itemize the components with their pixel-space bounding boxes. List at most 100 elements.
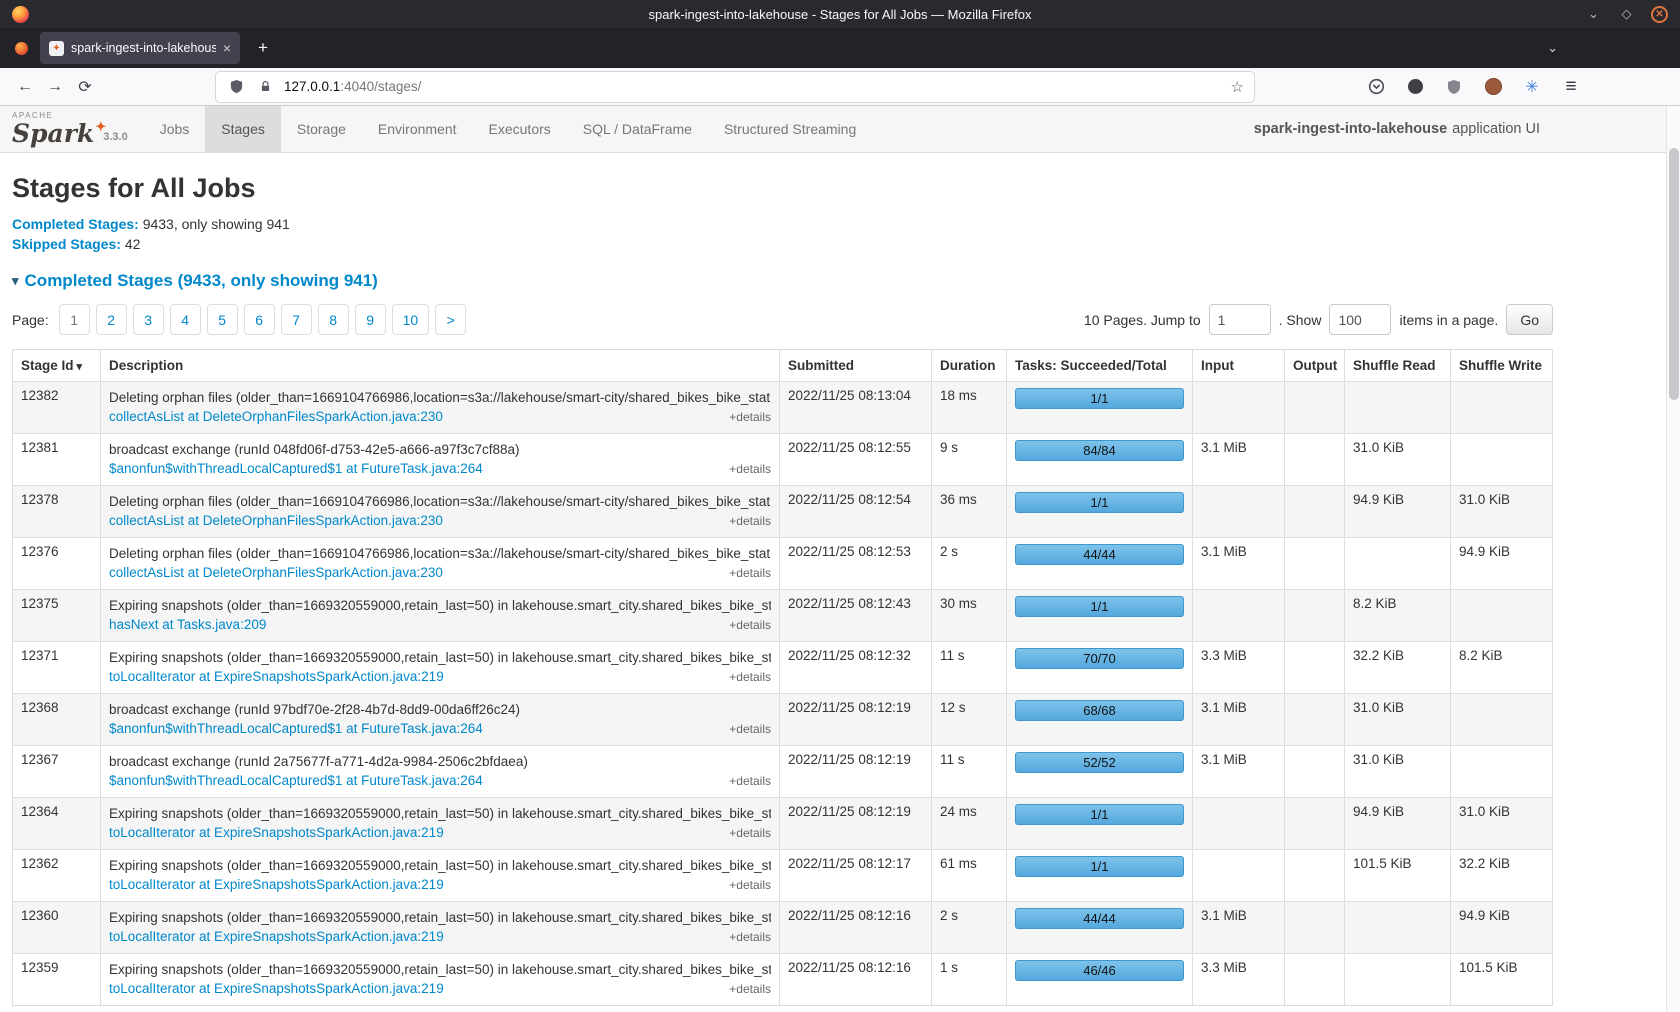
tab-close-button[interactable]: × bbox=[223, 40, 231, 56]
reload-button[interactable]: ⟳ bbox=[70, 73, 100, 101]
tracking-shield-icon[interactable] bbox=[226, 77, 246, 97]
stage-callsite-link[interactable]: $anonfun$withThreadLocalCaptured$1 at Fu… bbox=[109, 719, 483, 738]
maximize-button[interactable]: ◇ bbox=[1618, 6, 1635, 23]
duration-cell: 1 s bbox=[932, 954, 1007, 1006]
stage-callsite-link[interactable]: toLocalIterator at ExpireSnapshotsSparkA… bbox=[109, 979, 444, 998]
padlock-icon[interactable] bbox=[255, 77, 275, 97]
profile-avatar-button[interactable] bbox=[1483, 77, 1503, 97]
window-titlebar: spark-ingest-into-lakehouse - Stages for… bbox=[0, 0, 1680, 28]
spark-nav-item[interactable]: Environment bbox=[362, 106, 473, 152]
minimize-button[interactable]: ⌄ bbox=[1585, 6, 1602, 23]
details-toggle[interactable]: +details bbox=[729, 512, 771, 531]
page-button[interactable]: 6 bbox=[244, 304, 275, 335]
shuffle-read-cell: 31.0 KiB bbox=[1345, 694, 1451, 746]
stage-callsite-link[interactable]: collectAsList at DeleteOrphanFilesSparkA… bbox=[109, 563, 443, 582]
menu-button[interactable]: ≡ bbox=[1561, 77, 1581, 97]
duration-cell: 12 s bbox=[932, 694, 1007, 746]
details-toggle[interactable]: +details bbox=[729, 668, 771, 687]
page-button[interactable]: 5 bbox=[207, 304, 238, 335]
stage-callsite-link[interactable]: $anonfun$withThreadLocalCaptured$1 at Fu… bbox=[109, 771, 483, 790]
stage-description: Expiring snapshots (older_than=166932055… bbox=[109, 856, 771, 875]
pocket-button[interactable] bbox=[1366, 77, 1386, 97]
table-header-row: Stage Id▾ Description Submitted Duration… bbox=[13, 350, 1553, 382]
header-tasks[interactable]: Tasks: Succeeded/Total bbox=[1007, 350, 1193, 382]
url-bar[interactable]: 127.0.0.1:4040/stages/ ☆ bbox=[216, 72, 1254, 102]
page-button[interactable]: 8 bbox=[318, 304, 349, 335]
scrollbar-thumb[interactable] bbox=[1669, 148, 1679, 400]
vertical-scrollbar[interactable] bbox=[1666, 106, 1680, 1012]
list-all-tabs-button[interactable]: ⌄ bbox=[1547, 40, 1558, 56]
details-toggle[interactable]: +details bbox=[729, 928, 771, 947]
back-button[interactable]: ← bbox=[10, 73, 40, 101]
stage-callsite-link[interactable]: toLocalIterator at ExpireSnapshotsSparkA… bbox=[109, 927, 444, 946]
spark-nav-item[interactable]: Stages bbox=[205, 106, 281, 152]
header-shuffle-read[interactable]: Shuffle Read bbox=[1345, 350, 1451, 382]
details-toggle[interactable]: +details bbox=[729, 616, 771, 635]
close-button[interactable]: ✕ bbox=[1651, 6, 1668, 23]
stage-row: 12371 Expiring snapshots (older_than=166… bbox=[13, 642, 1553, 694]
shuffle-write-cell: 31.0 KiB bbox=[1451, 798, 1553, 850]
stage-callsite-link[interactable]: $anonfun$withThreadLocalCaptured$1 at Fu… bbox=[109, 459, 483, 478]
spark-nav-item[interactable]: Executors bbox=[473, 106, 567, 152]
ublock-button[interactable] bbox=[1444, 77, 1464, 97]
jump-to-input[interactable] bbox=[1209, 304, 1271, 335]
bookmark-star-button[interactable]: ☆ bbox=[1231, 78, 1244, 96]
header-shuffle-write[interactable]: Shuffle Write bbox=[1451, 350, 1553, 382]
input-cell: 3.1 MiB bbox=[1193, 434, 1285, 486]
shuffle-read-cell bbox=[1345, 538, 1451, 590]
completed-stages-link[interactable]: Completed Stages: bbox=[12, 216, 139, 232]
extension-button[interactable]: ✳ bbox=[1522, 77, 1542, 97]
output-cell bbox=[1285, 954, 1345, 1006]
spark-nav-item[interactable]: SQL / DataFrame bbox=[567, 106, 708, 152]
details-toggle[interactable]: +details bbox=[729, 460, 771, 479]
forward-button[interactable]: → bbox=[40, 73, 70, 101]
page-button[interactable]: 9 bbox=[355, 304, 386, 335]
completed-stages-line: Completed Stages: 9433, only showing 941 bbox=[12, 214, 1553, 234]
stage-callsite-link[interactable]: hasNext at Tasks.java:209 bbox=[109, 615, 266, 634]
shuffle-write-cell bbox=[1451, 382, 1553, 434]
completed-stages-section-toggle[interactable]: ▾ Completed Stages (9433, only showing 9… bbox=[12, 271, 1553, 291]
details-toggle[interactable]: +details bbox=[729, 720, 771, 739]
stage-callsite-link[interactable]: collectAsList at DeleteOrphanFilesSparkA… bbox=[109, 511, 443, 530]
page-button[interactable]: 1 bbox=[59, 304, 90, 335]
stage-callsite-link[interactable]: toLocalIterator at ExpireSnapshotsSparkA… bbox=[109, 875, 444, 894]
header-input[interactable]: Input bbox=[1193, 350, 1285, 382]
stage-callsite-link[interactable]: collectAsList at DeleteOrphanFilesSparkA… bbox=[109, 407, 443, 426]
stage-callsite-link[interactable]: toLocalIterator at ExpireSnapshotsSparkA… bbox=[109, 823, 444, 842]
spark-nav-item[interactable]: Structured Streaming bbox=[708, 106, 872, 152]
skipped-stages-link[interactable]: Skipped Stages: bbox=[12, 236, 121, 252]
spark-logo[interactable]: APACHE Spark✦ 3.3.0 bbox=[0, 106, 144, 152]
tab-strip: ✦ spark-ingest-into-lakehous × + ⌄ bbox=[0, 28, 1680, 68]
header-submitted[interactable]: Submitted bbox=[780, 350, 932, 382]
header-duration[interactable]: Duration bbox=[932, 350, 1007, 382]
details-toggle[interactable]: +details bbox=[729, 876, 771, 895]
page-button[interactable]: 3 bbox=[133, 304, 164, 335]
spark-nav-item[interactable]: Storage bbox=[281, 106, 362, 152]
page-button[interactable]: 4 bbox=[170, 304, 201, 335]
tasks-progress-bar: 1/1 bbox=[1015, 856, 1184, 877]
tasks-progress-bar: 84/84 bbox=[1015, 440, 1184, 461]
page-button[interactable]: 2 bbox=[96, 304, 127, 335]
details-toggle[interactable]: +details bbox=[729, 980, 771, 999]
details-toggle[interactable]: +details bbox=[729, 408, 771, 427]
header-description[interactable]: Description bbox=[101, 350, 780, 382]
firefox-view-button[interactable] bbox=[10, 37, 32, 59]
page-viewport: APACHE Spark✦ 3.3.0 Jobs Stages Storage … bbox=[0, 106, 1666, 1012]
page-button[interactable]: 10 bbox=[392, 304, 430, 335]
shuffle-write-cell: 8.2 KiB bbox=[1451, 642, 1553, 694]
new-tab-button[interactable]: + bbox=[250, 35, 276, 61]
go-button[interactable]: Go bbox=[1506, 304, 1553, 335]
stage-callsite-link[interactable]: toLocalIterator at ExpireSnapshotsSparkA… bbox=[109, 667, 444, 686]
spark-nav-item[interactable]: Jobs bbox=[144, 106, 206, 152]
details-toggle[interactable]: +details bbox=[729, 564, 771, 583]
page-size-input[interactable] bbox=[1329, 304, 1391, 335]
header-stage-id[interactable]: Stage Id▾ bbox=[13, 350, 101, 382]
details-toggle[interactable]: +details bbox=[729, 824, 771, 843]
account-button[interactable] bbox=[1405, 77, 1425, 97]
shuffle-write-cell bbox=[1451, 694, 1553, 746]
header-output[interactable]: Output bbox=[1285, 350, 1345, 382]
browser-tab[interactable]: ✦ spark-ingest-into-lakehous × bbox=[40, 32, 240, 64]
page-button[interactable]: > bbox=[435, 304, 466, 335]
page-button[interactable]: 7 bbox=[281, 304, 312, 335]
details-toggle[interactable]: +details bbox=[729, 772, 771, 791]
